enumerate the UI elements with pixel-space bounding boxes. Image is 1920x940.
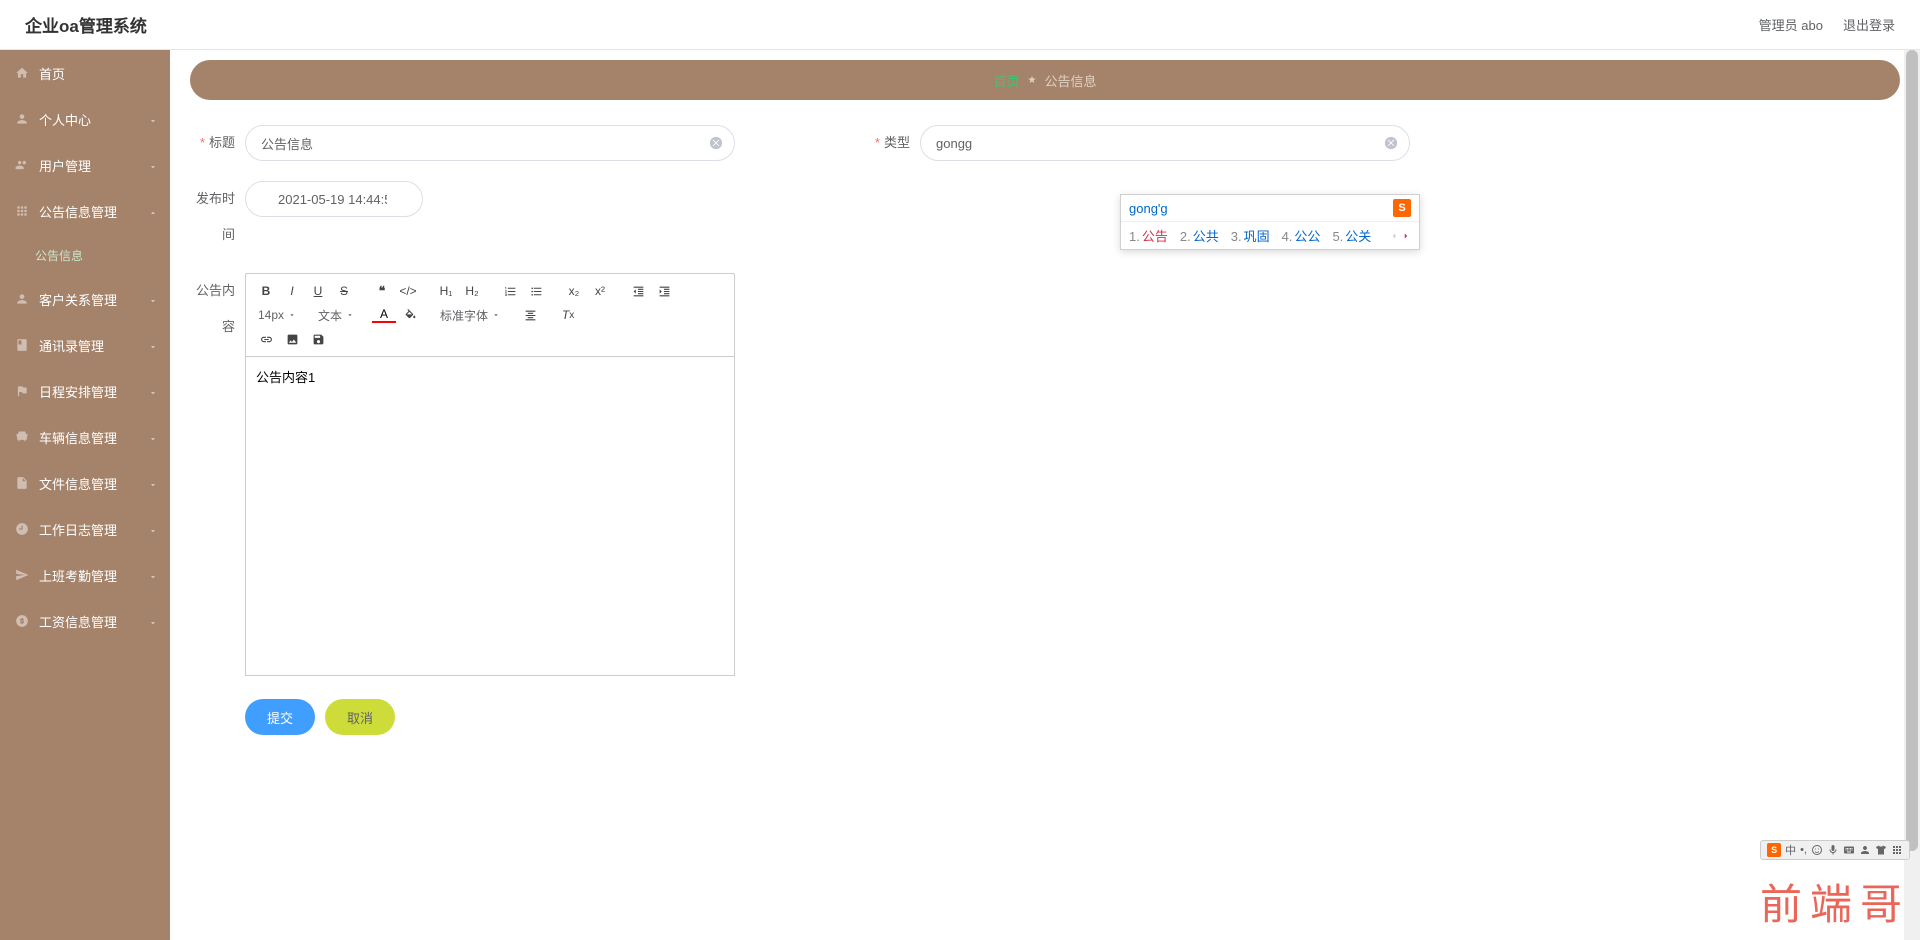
book-icon <box>15 338 29 352</box>
list-bullet-icon[interactable] <box>524 281 548 301</box>
chevron-down-icon <box>148 294 158 304</box>
breadcrumb-current: 公告信息 <box>1044 71 1096 90</box>
clear-icon[interactable] <box>1384 136 1398 150</box>
chevron-down-icon <box>148 114 158 124</box>
breadcrumb-home[interactable]: 首页 <box>994 71 1020 90</box>
chevron-down-icon <box>148 478 158 488</box>
sidebar: 首页个人中心用户管理公告信息管理公告信息客户关系管理通讯录管理日程安排管理车辆信… <box>0 50 170 940</box>
scrollbar-thumb[interactable] <box>1906 50 1918 851</box>
sidebar-item-2[interactable]: 用户管理 <box>0 142 170 188</box>
save-icon[interactable] <box>306 329 330 349</box>
sidebar-item-1[interactable]: 个人中心 <box>0 96 170 142</box>
breadcrumb: 首页 ★ 公告信息 <box>190 60 1900 100</box>
text-color-icon[interactable]: A <box>372 307 396 323</box>
publish-date-input[interactable] <box>245 181 423 217</box>
sidebar-item-4[interactable]: 客户关系管理 <box>0 276 170 322</box>
content-label: 公告内容 <box>190 273 245 345</box>
indent-icon[interactable] <box>652 281 676 301</box>
italic-icon[interactable]: I <box>280 281 304 301</box>
publish-label: 发布时间 <box>190 181 245 253</box>
bg-color-icon[interactable] <box>398 305 422 325</box>
cancel-button[interactable]: 取消 <box>325 699 395 735</box>
app-logo: 企业oa管理系统 <box>25 12 147 37</box>
chevron-down-icon <box>148 386 158 396</box>
bold-icon[interactable]: B <box>254 281 278 301</box>
rich-editor: B I U S ❝ </> H₁ H₂ <box>245 273 735 679</box>
align-icon[interactable] <box>518 305 542 325</box>
underline-icon[interactable]: U <box>306 281 330 301</box>
sidebar-item-8[interactable]: 文件信息管理 <box>0 460 170 506</box>
grid-icon <box>15 204 29 218</box>
outdent-icon[interactable] <box>626 281 650 301</box>
sidebar-subitem[interactable]: 公告信息 <box>0 234 170 276</box>
sidebar-item-6[interactable]: 日程安排管理 <box>0 368 170 414</box>
h1-icon[interactable]: H₁ <box>434 281 458 301</box>
chevron-down-icon <box>148 340 158 350</box>
list-ordered-icon[interactable] <box>498 281 522 301</box>
send-icon <box>15 568 29 582</box>
ime-popup: gong'g S 1.公告 2.公共 3.巩固 4.公公 5.公关 <box>1120 194 1420 250</box>
users-icon <box>15 158 29 172</box>
clear-icon[interactable] <box>709 136 723 150</box>
ime-composition: gong'g <box>1129 201 1168 216</box>
money-icon <box>15 614 29 628</box>
sidebar-item-3[interactable]: 公告信息管理 <box>0 188 170 234</box>
title-label: 标题 <box>190 125 245 161</box>
content-textarea[interactable] <box>245 356 735 676</box>
car-icon <box>15 430 29 444</box>
clock-icon <box>15 522 29 536</box>
title-input[interactable] <box>245 125 735 161</box>
font-family-select[interactable]: 标准字体 <box>436 307 504 324</box>
flag-icon <box>15 384 29 398</box>
quote-icon[interactable]: ❝ <box>370 281 394 301</box>
subscript-icon[interactable]: x₂ <box>562 281 586 301</box>
type-input[interactable] <box>920 125 1410 161</box>
link-icon[interactable] <box>254 329 278 349</box>
user-label[interactable]: 管理员 abo <box>1759 15 1823 34</box>
text-type-select[interactable]: 文本 <box>314 307 358 324</box>
sidebar-item-9[interactable]: 工作日志管理 <box>0 506 170 552</box>
chevron-down-icon <box>148 432 158 442</box>
main-content: 首页 ★ 公告信息 标题 类型 发布时间 <box>170 50 1920 940</box>
ime-candidate-0[interactable]: 1.公告 <box>1129 226 1168 245</box>
code-icon[interactable]: </> <box>396 281 420 301</box>
ime-candidate-2[interactable]: 3.巩固 <box>1231 226 1270 245</box>
clear-format-icon[interactable]: Tx <box>556 305 580 325</box>
ime-candidate-1[interactable]: 2.公共 <box>1180 226 1219 245</box>
h2-icon[interactable]: H₂ <box>460 281 484 301</box>
breadcrumb-separator: ★ <box>1028 75 1037 86</box>
chevron-down-icon <box>148 616 158 626</box>
sogou-logo-icon: S <box>1393 199 1411 217</box>
user-icon <box>15 292 29 306</box>
strike-icon[interactable]: S <box>332 281 356 301</box>
ime-candidates: 1.公告 2.公共 3.巩固 4.公公 5.公关 <box>1121 222 1419 249</box>
scrollbar[interactable] <box>1904 50 1920 940</box>
sidebar-item-11[interactable]: 工资信息管理 <box>0 598 170 644</box>
superscript-icon[interactable]: x² <box>588 281 612 301</box>
chevron-down-icon <box>148 570 158 580</box>
editor-toolbar: B I U S ❝ </> H₁ H₂ <box>245 273 735 356</box>
chevron-down-icon <box>148 524 158 534</box>
font-size-select[interactable]: 14px <box>254 308 300 322</box>
chevron-down-icon <box>148 160 158 170</box>
logout-link[interactable]: 退出登录 <box>1843 15 1895 34</box>
sidebar-item-0[interactable]: 首页 <box>0 50 170 96</box>
sidebar-item-7[interactable]: 车辆信息管理 <box>0 414 170 460</box>
sidebar-item-10[interactable]: 上班考勤管理 <box>0 552 170 598</box>
image-icon[interactable] <box>280 329 304 349</box>
ime-candidate-4[interactable]: 5.公关 <box>1332 226 1371 245</box>
file-icon <box>15 476 29 490</box>
sidebar-item-5[interactable]: 通讯录管理 <box>0 322 170 368</box>
type-label: 类型 <box>865 125 920 161</box>
header-right: 管理员 abo 退出登录 <box>1759 15 1895 34</box>
user-icon <box>15 112 29 126</box>
submit-button[interactable]: 提交 <box>245 699 315 735</box>
ime-candidate-3[interactable]: 4.公公 <box>1282 226 1321 245</box>
home-icon <box>15 66 29 80</box>
chevron-up-icon <box>148 206 158 216</box>
ime-nav[interactable] <box>1389 231 1411 241</box>
header: 企业oa管理系统 管理员 abo 退出登录 <box>0 0 1920 50</box>
